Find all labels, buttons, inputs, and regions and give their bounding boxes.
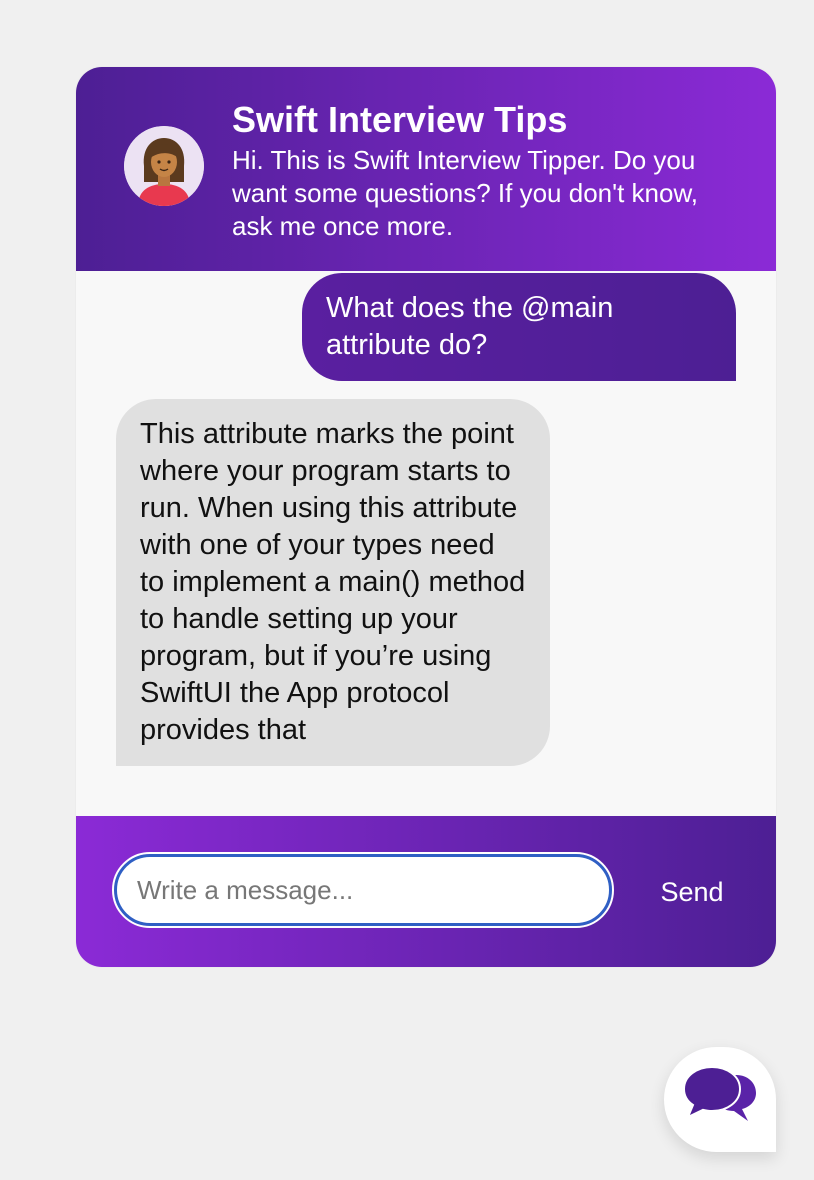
woman-avatar-icon [124, 126, 204, 206]
bot-message: This attribute marks the point where you… [116, 399, 550, 766]
chat-header: Swift Interview Tips Hi. This is Swift I… [76, 67, 776, 271]
message-input[interactable] [112, 852, 614, 928]
chat-title: Swift Interview Tips [232, 99, 568, 140]
send-button[interactable]: Send [642, 872, 742, 912]
user-message: What does the @main attribute do? [302, 273, 736, 381]
avatar [124, 126, 204, 206]
chat-intro-text: Hi. This is Swift Interview Tipper. Do y… [232, 145, 699, 241]
composer-bar: Send [76, 816, 776, 967]
message-list[interactable]: What does the @main attribute do? This a… [76, 271, 776, 776]
chatbox-window: Swift Interview Tips Hi. This is Swift I… [76, 67, 776, 967]
chat-launcher-button[interactable] [664, 1047, 776, 1152]
chat-bubbles-icon [682, 1065, 756, 1121]
